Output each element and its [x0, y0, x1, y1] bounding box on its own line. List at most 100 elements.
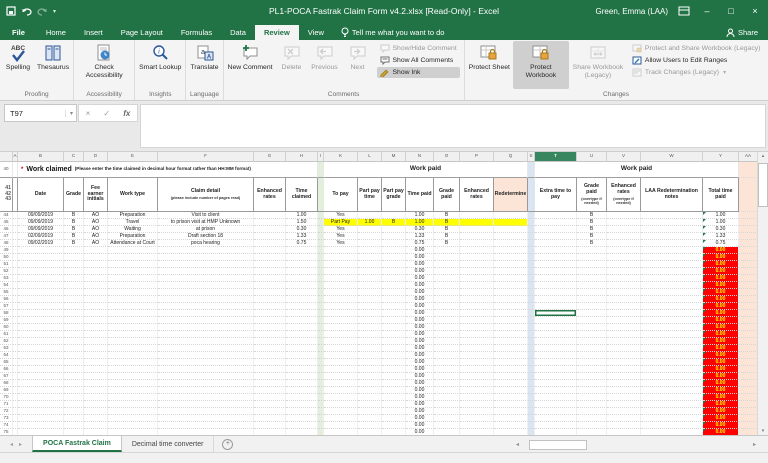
cell-e1[interactable] [460, 408, 494, 415]
cell-wt[interactable] [108, 359, 158, 366]
cell-e1[interactable] [460, 401, 494, 408]
cell-ppt[interactable] [358, 254, 382, 261]
tab-formulas[interactable]: Formulas [172, 25, 221, 40]
cell-laa[interactable] [641, 226, 703, 233]
cell-wt[interactable] [108, 310, 158, 317]
share-button[interactable]: Share [716, 25, 768, 40]
cell-e1[interactable] [460, 303, 494, 310]
cell-g2[interactable] [577, 366, 607, 373]
column-header-L[interactable]: L [358, 152, 382, 161]
cell-date[interactable] [18, 380, 64, 387]
cell-gS[interactable] [528, 317, 535, 324]
cell-ppg[interactable] [382, 352, 406, 359]
cell-tpd[interactable]: 0.00 [406, 338, 434, 345]
cell-e1[interactable] [460, 275, 494, 282]
cell-grade[interactable] [64, 373, 84, 380]
cell-wt[interactable] [108, 352, 158, 359]
cell-grade[interactable] [64, 254, 84, 261]
column-header-E[interactable]: E [108, 152, 158, 161]
cell-ex[interactable] [535, 212, 577, 219]
cell-tpd[interactable]: 0.00 [406, 394, 434, 401]
cell-tp[interactable]: Yes [324, 226, 358, 233]
cell-ex[interactable] [535, 233, 577, 240]
cell-gS[interactable] [528, 219, 535, 226]
cell-cd[interactable] [158, 324, 254, 331]
cell-e1[interactable] [460, 387, 494, 394]
cell-pch[interactable] [739, 212, 758, 219]
cell-gS[interactable] [528, 282, 535, 289]
cell-tc[interactable] [286, 352, 318, 359]
cell-date[interactable] [18, 422, 64, 429]
cell-fee[interactable] [84, 296, 108, 303]
cell-tc[interactable] [286, 324, 318, 331]
cell-rd[interactable] [494, 247, 528, 254]
cell-cd[interactable] [158, 366, 254, 373]
cell-cd[interactable] [158, 261, 254, 268]
cell-pch[interactable] [739, 254, 758, 261]
cell-e1[interactable] [460, 352, 494, 359]
new-sheet-button[interactable]: + [214, 436, 241, 452]
cell-pch[interactable] [739, 219, 758, 226]
cell-ex[interactable] [535, 240, 577, 247]
cell-laa[interactable] [641, 345, 703, 352]
cell-grade[interactable] [64, 275, 84, 282]
cell-gS[interactable] [528, 359, 535, 366]
cell-grade[interactable] [64, 268, 84, 275]
cell-tpd[interactable]: 0.00 [406, 401, 434, 408]
check-accessibility-button[interactable]: Check Accessibility [76, 41, 132, 89]
cell-tc[interactable] [286, 401, 318, 408]
cell-g2[interactable] [577, 408, 607, 415]
cell-date[interactable] [18, 289, 64, 296]
cell-ppg[interactable] [382, 303, 406, 310]
cell-tot[interactable]: 0.00 [703, 303, 739, 310]
cell-gp[interactable]: B [434, 212, 460, 219]
cell-e2[interactable] [607, 212, 641, 219]
cell-tpd[interactable]: 0.00 [406, 261, 434, 268]
cell-ppt[interactable] [358, 240, 382, 247]
cell-ppt[interactable] [358, 282, 382, 289]
cell-ppt[interactable] [358, 324, 382, 331]
cell-e1[interactable] [460, 268, 494, 275]
cell-date[interactable] [18, 373, 64, 380]
cell-enh[interactable] [254, 359, 286, 366]
column-header-D[interactable]: D [84, 152, 108, 161]
cell-date[interactable] [18, 282, 64, 289]
cell-ex[interactable] [535, 359, 577, 366]
cell-date[interactable] [18, 401, 64, 408]
cell-rd[interactable] [494, 408, 528, 415]
cell-laa[interactable] [641, 387, 703, 394]
cell-ex[interactable] [535, 394, 577, 401]
cell-tp[interactable] [324, 268, 358, 275]
row-number[interactable]: 45 [0, 219, 13, 226]
cell-wt[interactable] [108, 275, 158, 282]
cell-rd[interactable] [494, 233, 528, 240]
cell-laa[interactable] [641, 289, 703, 296]
cell-ppg[interactable] [382, 401, 406, 408]
cell-pch[interactable] [739, 324, 758, 331]
track-changes-legacy-button[interactable]: Track Changes (Legacy) ▾ [629, 67, 763, 78]
cell-ex[interactable] [535, 219, 577, 226]
gap-column[interactable] [528, 162, 535, 178]
cell-ppt[interactable] [358, 415, 382, 422]
cell-tpd[interactable]: 0.00 [406, 422, 434, 429]
cell-fee[interactable] [84, 394, 108, 401]
cell-grade[interactable] [64, 359, 84, 366]
scroll-up-icon[interactable]: ▴ [762, 152, 765, 160]
cell-tp[interactable] [324, 422, 358, 429]
cell-e2[interactable] [607, 226, 641, 233]
cell-wt[interactable] [108, 317, 158, 324]
cell-g2[interactable] [577, 338, 607, 345]
cell-grade[interactable]: B [64, 233, 84, 240]
cell-fee[interactable] [84, 282, 108, 289]
row-number[interactable]: 68 [0, 380, 13, 387]
cell-cd[interactable] [158, 359, 254, 366]
cell-date[interactable] [18, 394, 64, 401]
cell-grade[interactable] [64, 282, 84, 289]
cell-wt[interactable] [108, 345, 158, 352]
cell-e2[interactable] [607, 331, 641, 338]
cell-cd[interactable] [158, 415, 254, 422]
cell-rd[interactable] [494, 282, 528, 289]
cell-ex[interactable] [535, 275, 577, 282]
minimize-icon[interactable]: – [700, 6, 714, 16]
cell-wt[interactable]: Attendance at Court [108, 240, 158, 247]
